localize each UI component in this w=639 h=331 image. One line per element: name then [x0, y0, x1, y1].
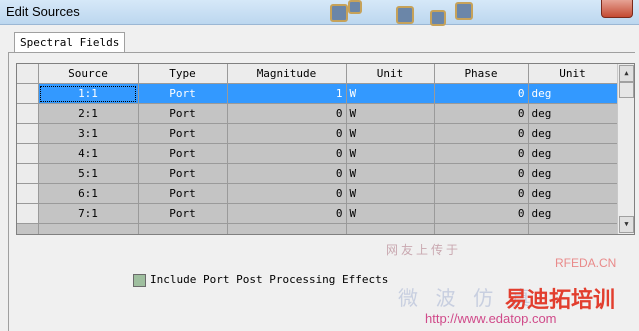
cell-phase[interactable]: 0: [434, 83, 529, 104]
cell-magnitude[interactable]: 0: [227, 103, 347, 124]
cell-type[interactable]: Port: [138, 143, 228, 164]
table-row[interactable]: 3:1 Port 0 W 0 deg: [17, 123, 618, 144]
sources-table: Source Type Magnitude Unit Phase Unit 1:…: [17, 64, 618, 234]
cell-magnitude[interactable]: 0: [227, 163, 347, 184]
sources-grid: Source Type Magnitude Unit Phase Unit 1:…: [16, 63, 635, 235]
scroll-down-icon[interactable]: ▼: [619, 216, 634, 233]
cell-phase-unit[interactable]: deg: [528, 183, 618, 204]
column-header-source[interactable]: Source: [38, 64, 139, 84]
row-header-corner: [17, 64, 39, 84]
cell-magnitude-unit[interactable]: W: [346, 163, 435, 184]
cell-source[interactable]: 7:1: [38, 203, 139, 224]
cell-phase-unit[interactable]: deg: [528, 83, 618, 104]
cell-magnitude-unit[interactable]: W: [346, 83, 435, 104]
window-title: Edit Sources: [6, 4, 80, 19]
column-header-magnitude[interactable]: Magnitude: [227, 64, 347, 84]
watermark-rfeda: RFEDA.CN: [555, 256, 617, 270]
cell-magnitude[interactable]: 0: [227, 203, 347, 224]
column-header-magnitude-unit[interactable]: Unit: [346, 64, 435, 84]
cell-magnitude[interactable]: 0: [227, 183, 347, 204]
include-port-post-processing-label: Include Port Post Processing Effects: [150, 273, 389, 286]
cell-magnitude-unit[interactable]: W: [346, 103, 435, 124]
table-row[interactable]: 7:1 Port 0 W 0 deg: [17, 203, 618, 224]
cell-magnitude[interactable]: 0: [227, 123, 347, 144]
watermark-brand: 易迪拓培训: [505, 287, 616, 312]
cell-magnitude-unit[interactable]: W: [346, 143, 435, 164]
cell-phase[interactable]: 0: [434, 123, 529, 144]
cell-magnitude-unit[interactable]: W: [346, 203, 435, 224]
cell-phase-unit[interactable]: deg: [528, 203, 618, 224]
cell-type[interactable]: Port: [138, 163, 228, 184]
cell-source[interactable]: 3:1: [38, 123, 139, 144]
cell-source[interactable]: 6:1: [38, 183, 139, 204]
row-header[interactable]: [17, 203, 39, 224]
cell-type[interactable]: Port: [138, 103, 228, 124]
cell-source[interactable]: 5:1: [38, 163, 139, 184]
table-row-partial: [17, 223, 618, 234]
row-header[interactable]: [17, 163, 39, 184]
table-row[interactable]: 1:1 Port 1 W 0 deg: [17, 83, 618, 104]
cell-phase-unit[interactable]: deg: [528, 163, 618, 184]
table-row[interactable]: 6:1 Port 0 W 0 deg: [17, 183, 618, 204]
row-header[interactable]: [17, 183, 39, 204]
cell-magnitude[interactable]: 0: [227, 143, 347, 164]
column-header-phase[interactable]: Phase: [434, 64, 529, 84]
cell-type[interactable]: Port: [138, 203, 228, 224]
scroll-up-icon[interactable]: ▲: [619, 65, 634, 82]
cell-magnitude-unit[interactable]: W: [346, 183, 435, 204]
row-header[interactable]: [17, 83, 39, 104]
include-port-post-processing-checkbox[interactable]: [133, 274, 146, 287]
cell-phase-unit[interactable]: deg: [528, 143, 618, 164]
table-row[interactable]: 5:1 Port 0 W 0 deg: [17, 163, 618, 184]
close-button[interactable]: [601, 0, 633, 18]
cell-type[interactable]: Port: [138, 123, 228, 144]
cell-phase-unit[interactable]: deg: [528, 103, 618, 124]
watermark-url: http://www.edatop.com: [425, 311, 557, 326]
cell-phase[interactable]: 0: [434, 183, 529, 204]
cell-source[interactable]: 4:1: [38, 143, 139, 164]
tab-spectral-fields[interactable]: Spectral Fields: [14, 32, 126, 53]
cell-phase[interactable]: 0: [434, 163, 529, 184]
row-header[interactable]: [17, 143, 39, 164]
row-header[interactable]: [17, 103, 39, 124]
scrollbar-thumb[interactable]: [619, 82, 634, 98]
cell-phase[interactable]: 0: [434, 103, 529, 124]
cell-source[interactable]: 2:1: [38, 103, 139, 124]
cell-source[interactable]: 1:1: [38, 83, 139, 104]
watermark-line1: 网友上传于: [386, 243, 462, 257]
table-header-row: Source Type Magnitude Unit Phase Unit: [17, 64, 618, 84]
row-header[interactable]: [17, 123, 39, 144]
column-header-type[interactable]: Type: [138, 64, 228, 84]
column-header-phase-unit[interactable]: Unit: [528, 64, 618, 84]
title-bar: Edit Sources: [0, 0, 639, 26]
cell-phase-unit[interactable]: deg: [528, 123, 618, 144]
table-row[interactable]: 2:1 Port 0 W 0 deg: [17, 103, 618, 124]
cell-phase[interactable]: 0: [434, 203, 529, 224]
cell-phase[interactable]: 0: [434, 143, 529, 164]
cell-magnitude-unit[interactable]: W: [346, 123, 435, 144]
cell-type[interactable]: Port: [138, 83, 228, 104]
cell-type[interactable]: Port: [138, 183, 228, 204]
cell-magnitude[interactable]: 1: [227, 83, 347, 104]
vertical-scrollbar[interactable]: ▲ ▼: [617, 64, 634, 234]
table-row[interactable]: 4:1 Port 0 W 0 deg: [17, 143, 618, 164]
